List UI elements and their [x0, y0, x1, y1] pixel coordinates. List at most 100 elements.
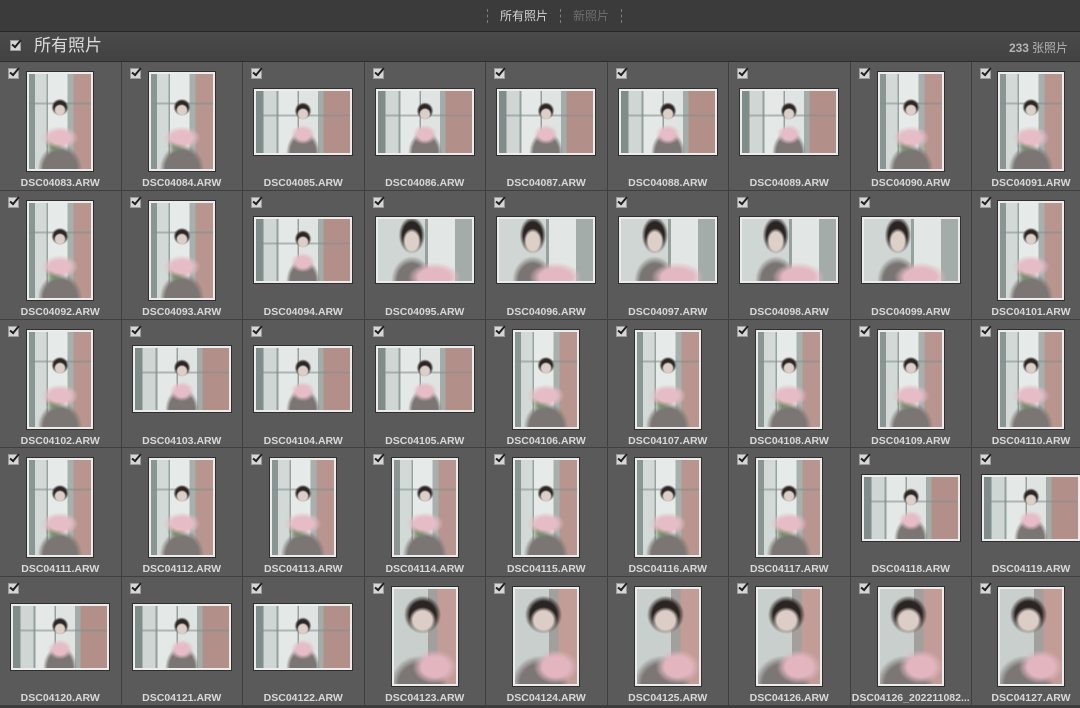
- photo-filename: DSC04122.ARW: [263, 692, 343, 705]
- photo-cell[interactable]: DSC04117.ARW: [729, 448, 851, 578]
- thumbnail-frame: [243, 201, 364, 300]
- photo-count: 233 张照片: [1009, 40, 1068, 56]
- photo-cell[interactable]: DSC04105.ARW: [364, 319, 486, 449]
- photo-cell[interactable]: DSC04088.ARW: [607, 62, 729, 191]
- photo-thumbnail[interactable]: [27, 458, 94, 558]
- photo-cell[interactable]: DSC04121.ARW: [121, 577, 243, 706]
- photo-cell[interactable]: DSC04126_202211082...: [850, 577, 972, 706]
- photo-thumbnail[interactable]: [148, 200, 215, 300]
- photo-cell[interactable]: DSC04114.ARW: [364, 448, 486, 578]
- photo-cell[interactable]: DSC04115.ARW: [486, 448, 608, 578]
- photo-thumbnail[interactable]: [27, 72, 94, 171]
- photo-thumbnail[interactable]: [513, 587, 580, 687]
- photo-thumbnail[interactable]: [148, 72, 215, 171]
- photo-filename: DSC04105.ARW: [385, 434, 465, 447]
- photo-thumbnail[interactable]: [998, 72, 1064, 171]
- photo-thumbnail[interactable]: [27, 329, 94, 429]
- photo-thumbnail[interactable]: [375, 217, 474, 284]
- photo-cell[interactable]: DSC04091.ARW: [972, 62, 1080, 191]
- photo-cell[interactable]: DSC04099.ARW: [850, 190, 972, 320]
- photo-thumbnail[interactable]: [756, 587, 823, 687]
- photo-thumbnail[interactable]: [391, 587, 458, 687]
- photo-cell[interactable]: DSC04109.ARW: [850, 319, 972, 449]
- photo-cell[interactable]: DSC04119.ARW: [972, 448, 1080, 578]
- photo-filename: DSC04123.ARW: [385, 692, 465, 705]
- photo-thumbnail[interactable]: [132, 346, 231, 413]
- photo-thumbnail[interactable]: [497, 88, 596, 155]
- photo-thumbnail[interactable]: [877, 587, 944, 687]
- photo-cell[interactable]: DSC04113.ARW: [243, 448, 365, 578]
- photo-thumbnail[interactable]: [27, 200, 94, 300]
- photo-thumbnail[interactable]: [148, 458, 215, 558]
- photo-cell[interactable]: DSC04112.ARW: [121, 448, 243, 578]
- photo-cell[interactable]: DSC04103.ARW: [121, 319, 243, 449]
- photo-cell[interactable]: DSC04108.ARW: [729, 319, 851, 449]
- photo-cell[interactable]: DSC04118.ARW: [850, 448, 972, 578]
- photo-cell[interactable]: DSC04123.ARW: [364, 577, 486, 706]
- photo-cell[interactable]: DSC04107.ARW: [607, 319, 729, 449]
- photo-thumbnail[interactable]: [391, 458, 458, 558]
- photo-thumbnail[interactable]: [634, 587, 701, 687]
- photo-cell[interactable]: DSC04084.ARW: [121, 62, 243, 191]
- photo-thumbnail[interactable]: [877, 329, 944, 429]
- photo-cell[interactable]: DSC04092.ARW: [0, 190, 122, 320]
- photo-cell[interactable]: DSC04126.ARW: [729, 577, 851, 706]
- photo-thumbnail[interactable]: [634, 329, 701, 429]
- photo-thumbnail[interactable]: [998, 200, 1064, 300]
- photo-cell[interactable]: DSC04122.ARW: [243, 577, 365, 706]
- photo-thumbnail[interactable]: [254, 88, 353, 155]
- photo-thumbnail[interactable]: [497, 217, 596, 284]
- photo-cell[interactable]: DSC04101.ARW: [972, 190, 1080, 320]
- photo-thumbnail[interactable]: [375, 346, 474, 413]
- photo-cell[interactable]: DSC04094.ARW: [243, 190, 365, 320]
- photo-cell[interactable]: DSC04106.ARW: [486, 319, 608, 449]
- select-all-checkbox[interactable]: [10, 37, 22, 51]
- photo-cell[interactable]: DSC04093.ARW: [121, 190, 243, 320]
- photo-cell[interactable]: DSC04095.ARW: [364, 190, 486, 320]
- photo-cell[interactable]: DSC04087.ARW: [486, 62, 608, 191]
- photo-cell[interactable]: DSC04125.ARW: [607, 577, 729, 706]
- photo-cell[interactable]: DSC04096.ARW: [486, 190, 608, 320]
- photo-cell[interactable]: DSC04090.ARW: [850, 62, 972, 191]
- photo-cell[interactable]: DSC04111.ARW: [0, 448, 122, 578]
- photo-thumbnail[interactable]: [254, 346, 353, 413]
- photo-thumbnail[interactable]: [740, 217, 839, 284]
- photo-thumbnail[interactable]: [861, 217, 960, 284]
- photo-thumbnail[interactable]: [861, 474, 960, 541]
- tab-separator: [621, 9, 623, 23]
- photo-thumbnail[interactable]: [982, 474, 1080, 541]
- photo-thumbnail[interactable]: [998, 329, 1064, 429]
- photo-thumbnail[interactable]: [756, 329, 823, 429]
- photo-thumbnail[interactable]: [513, 329, 580, 429]
- photo-cell[interactable]: DSC04127.ARW: [972, 577, 1080, 706]
- photo-thumbnail[interactable]: [132, 603, 231, 670]
- photo-cell[interactable]: DSC04124.ARW: [486, 577, 608, 706]
- photo-thumbnail[interactable]: [618, 88, 717, 155]
- photo-cell[interactable]: DSC04102.ARW: [0, 319, 122, 449]
- photo-thumbnail[interactable]: [618, 217, 717, 284]
- photo-cell[interactable]: DSC04097.ARW: [607, 190, 729, 320]
- photo-thumbnail[interactable]: [254, 217, 353, 284]
- photo-thumbnail[interactable]: [270, 458, 337, 558]
- photo-thumbnail[interactable]: [513, 458, 580, 558]
- grid-title: 所有照片: [34, 36, 102, 56]
- photo-cell[interactable]: DSC04085.ARW: [243, 62, 365, 191]
- photo-cell[interactable]: DSC04116.ARW: [607, 448, 729, 578]
- photo-cell[interactable]: DSC04086.ARW: [364, 62, 486, 191]
- photo-thumbnail[interactable]: [375, 88, 474, 155]
- photo-thumbnail[interactable]: [11, 603, 110, 670]
- photo-cell[interactable]: DSC04089.ARW: [729, 62, 851, 191]
- photo-thumbnail[interactable]: [998, 587, 1064, 687]
- photo-cell[interactable]: DSC04120.ARW: [0, 577, 122, 706]
- photo-cell[interactable]: DSC04104.ARW: [243, 319, 365, 449]
- photo-thumbnail[interactable]: [740, 88, 839, 155]
- tab-new-photos[interactable]: 新照片: [561, 7, 621, 25]
- photo-cell[interactable]: DSC04083.ARW: [0, 62, 122, 191]
- photo-thumbnail[interactable]: [634, 458, 701, 558]
- photo-thumbnail[interactable]: [756, 458, 823, 558]
- photo-cell[interactable]: DSC04098.ARW: [729, 190, 851, 320]
- tab-all-photos[interactable]: 所有照片: [488, 7, 560, 25]
- photo-thumbnail[interactable]: [254, 603, 353, 670]
- photo-thumbnail[interactable]: [877, 72, 944, 171]
- photo-cell[interactable]: DSC04110.ARW: [972, 319, 1080, 449]
